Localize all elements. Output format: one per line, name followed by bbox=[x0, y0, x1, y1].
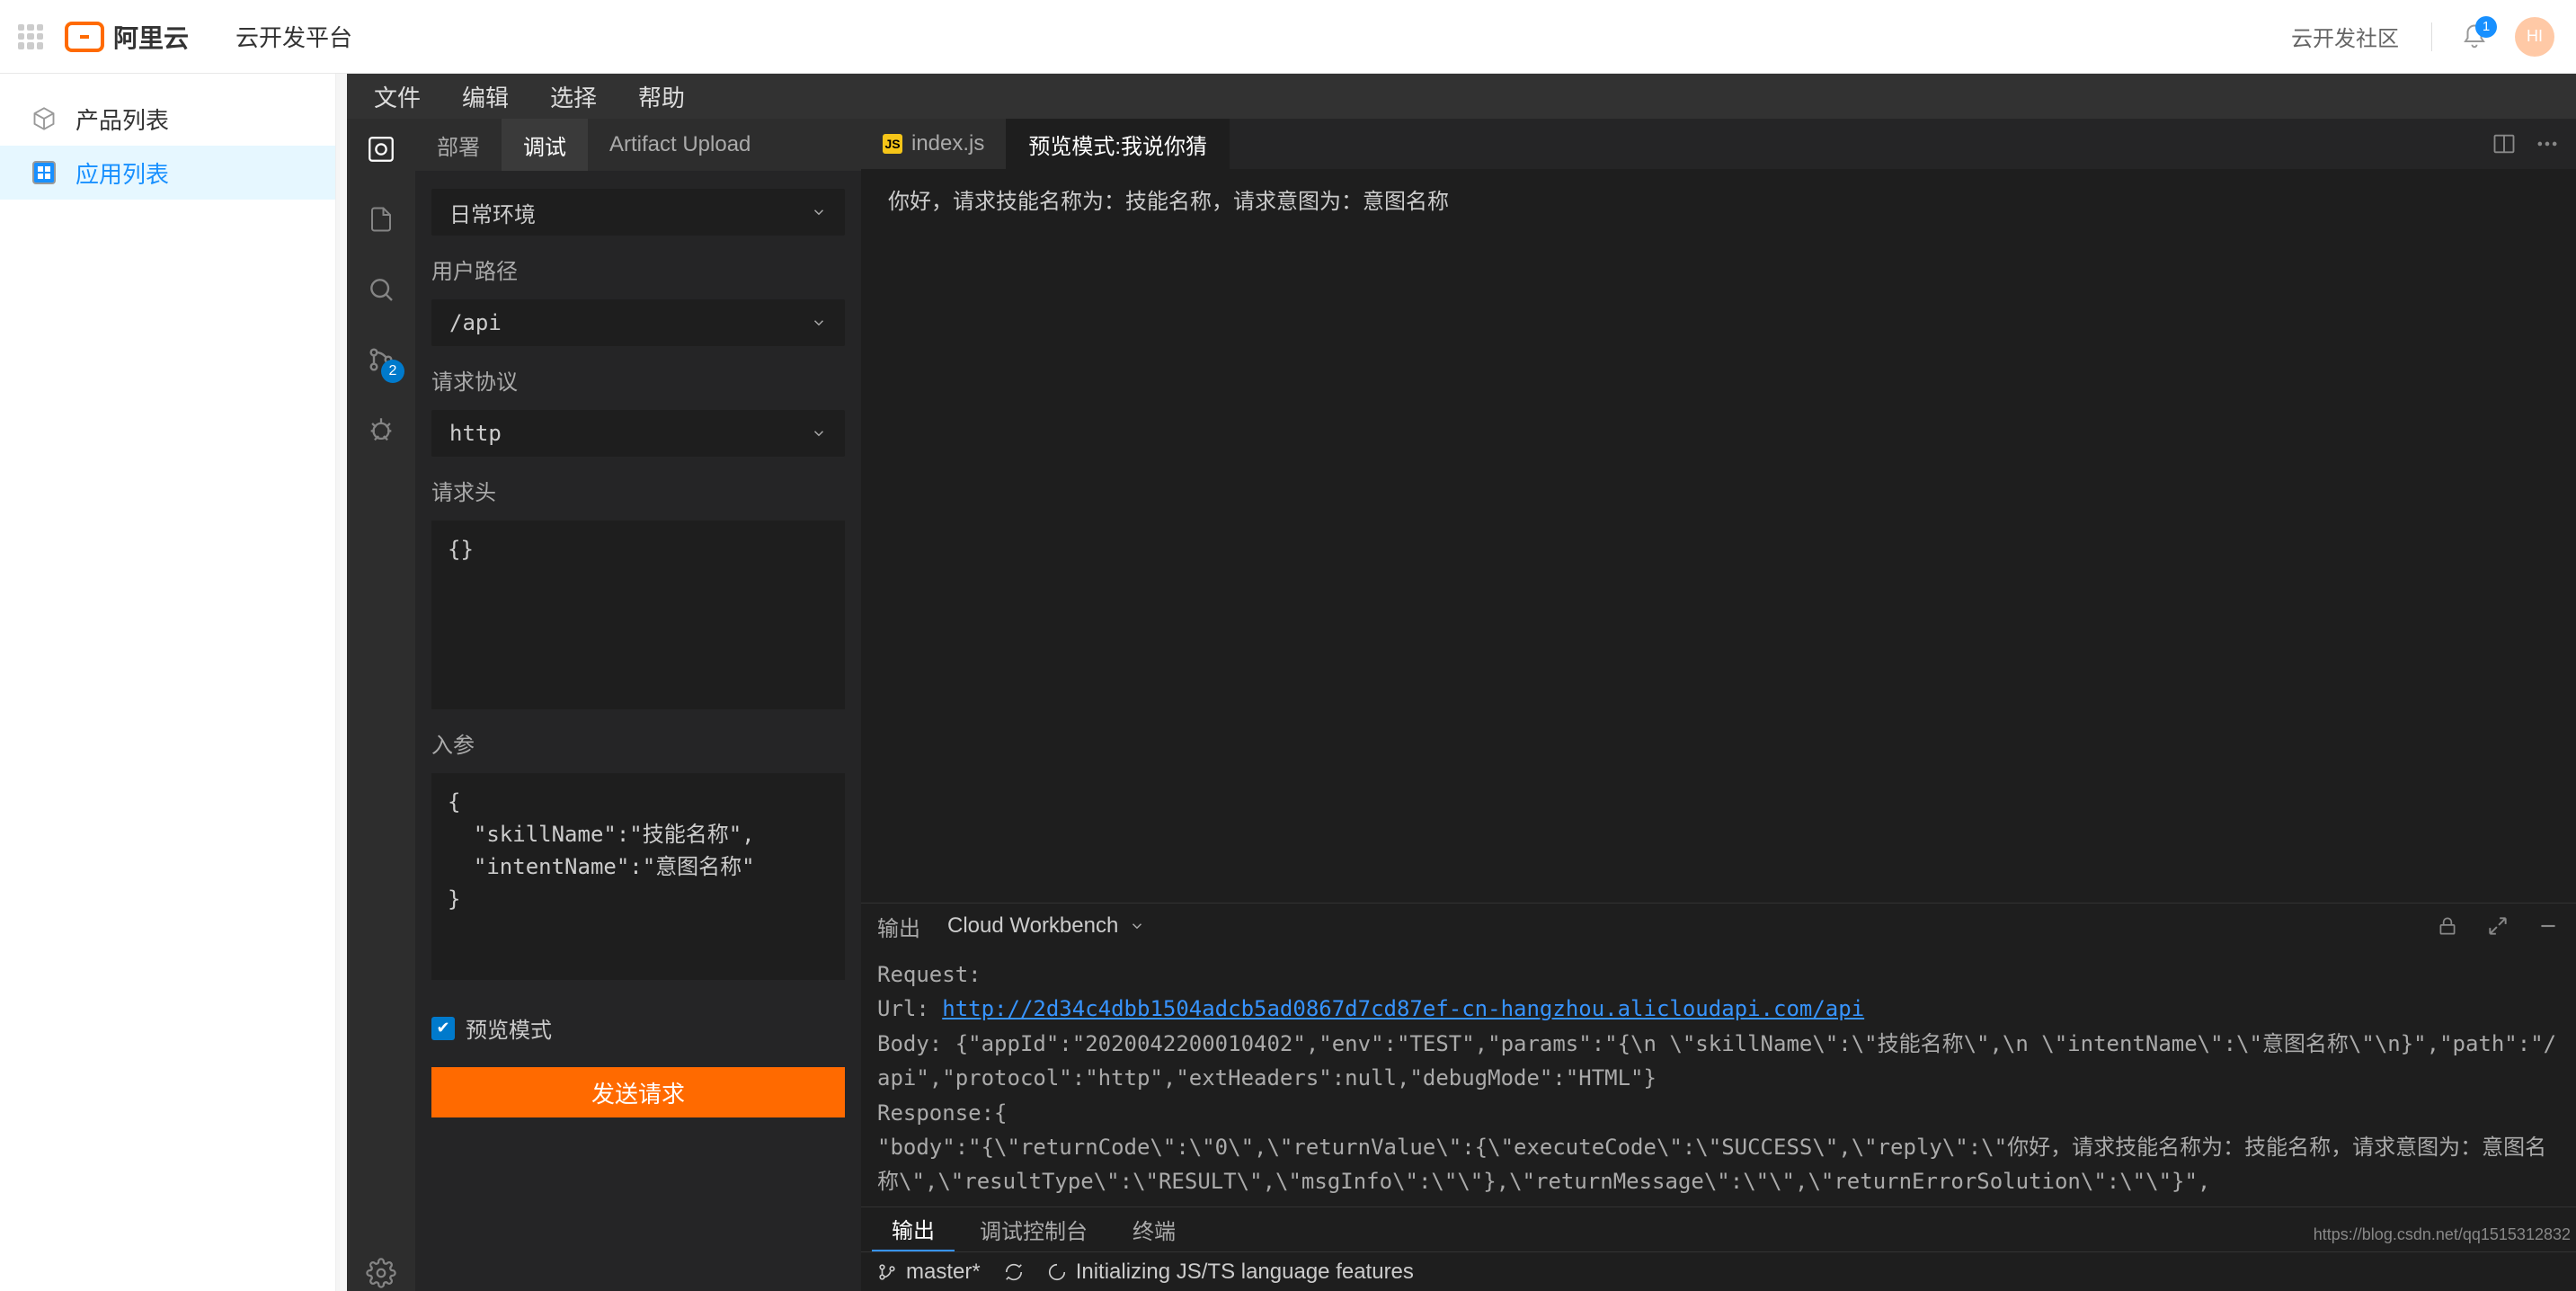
editor-tab-indexjs[interactable]: JS index.js bbox=[861, 119, 1007, 169]
out-line: Response:{ bbox=[877, 1100, 1008, 1126]
editor-column: JS index.js 预览模式:我说你猜 你好，请求技能名称为：技能名称，请求… bbox=[861, 119, 2576, 1291]
bell-badge: 1 bbox=[2475, 16, 2497, 38]
minimize-icon[interactable] bbox=[2536, 914, 2560, 938]
editor-tab-preview[interactable]: 预览模式:我说你猜 bbox=[1007, 119, 1230, 169]
js-file-icon: JS bbox=[883, 134, 902, 154]
ts-init-label: Initializing JS/TS language features bbox=[1076, 1260, 1414, 1285]
header-divider bbox=[2431, 22, 2432, 51]
chevron-down-icon bbox=[811, 204, 827, 220]
watermark: https://blog.csdn.net/qq1515312832 bbox=[2314, 1225, 2571, 1244]
preview-checkbox-label: 预览模式 bbox=[466, 1012, 552, 1044]
params-label: 入参 bbox=[431, 727, 845, 759]
path-select[interactable]: /api bbox=[431, 299, 845, 346]
logo-text: 阿里云 bbox=[113, 19, 189, 55]
left-splitter[interactable] bbox=[336, 74, 347, 1291]
split-editor-icon[interactable] bbox=[2492, 131, 2517, 156]
output-source-select[interactable]: Cloud Workbench bbox=[947, 913, 1145, 939]
path-value: /api bbox=[449, 310, 502, 335]
out-url[interactable]: http://2d34c4dbb1504adcb5ad0867d7cd87ef-… bbox=[942, 996, 1864, 1021]
editor-body[interactable]: 你好，请求技能名称为：技能名称，请求意图为：意图名称 bbox=[861, 169, 2576, 903]
out-line: Body: {"appId":"2020042200010402","env":… bbox=[877, 1031, 2556, 1091]
output-source-value: Cloud Workbench bbox=[947, 913, 1118, 939]
output-header: 输出 Cloud Workbench bbox=[861, 904, 2576, 948]
top-header: 阿里云 云开发平台 云开发社区 1 HI bbox=[0, 0, 2576, 74]
loading-icon bbox=[1047, 1262, 1067, 1282]
branch-label: master* bbox=[906, 1260, 981, 1285]
tab-deploy[interactable]: 部署 bbox=[415, 119, 502, 171]
out-line: Url: bbox=[877, 996, 942, 1021]
preview-checkbox-row[interactable]: ✔ 预览模式 bbox=[431, 1012, 845, 1044]
sync-icon bbox=[1004, 1262, 1024, 1282]
editor-tab-label: index.js bbox=[911, 131, 984, 156]
output-body[interactable]: Request: Url: http://2d34c4dbb1504adcb5a… bbox=[861, 948, 2576, 1206]
params-textarea[interactable] bbox=[431, 773, 845, 980]
activity-file[interactable] bbox=[363, 201, 399, 237]
chevron-down-icon bbox=[811, 315, 827, 331]
activity-scm[interactable]: 2 bbox=[363, 342, 399, 378]
nav-item-products[interactable]: 产品列表 bbox=[0, 92, 335, 146]
chevron-down-icon bbox=[811, 425, 827, 441]
menu-select[interactable]: 选择 bbox=[550, 80, 597, 113]
editor-tab-label: 预览模式:我说你猜 bbox=[1028, 129, 1207, 160]
activity-bar: 2 bbox=[347, 119, 415, 1291]
nav-label: 应用列表 bbox=[76, 156, 169, 190]
grid-icon bbox=[31, 159, 58, 186]
lock-icon[interactable] bbox=[2436, 914, 2459, 938]
menu-bar: 文件 编辑 选择 帮助 bbox=[347, 74, 2576, 119]
platform-title: 云开发平台 bbox=[235, 20, 352, 53]
tab-debug[interactable]: 调试 bbox=[502, 119, 588, 171]
menu-edit[interactable]: 编辑 bbox=[462, 80, 509, 113]
debug-panel: 部署 调试 Artifact Upload 日常环境 用户路径 /api 请求协… bbox=[415, 119, 861, 1291]
path-label: 用户路径 bbox=[431, 254, 845, 285]
debug-panel-tabs: 部署 调试 Artifact Upload bbox=[415, 119, 861, 171]
editor-content-line: 你好，请求技能名称为：技能名称，请求意图为：意图名称 bbox=[888, 183, 2549, 215]
checkbox-icon: ✔ bbox=[431, 1017, 455, 1040]
menu-file[interactable]: 文件 bbox=[374, 80, 421, 113]
nav-item-apps[interactable]: 应用列表 bbox=[0, 146, 335, 200]
branch-icon bbox=[877, 1262, 897, 1282]
status-sync[interactable] bbox=[1004, 1262, 1024, 1282]
notifications-button[interactable]: 1 bbox=[2461, 23, 2488, 50]
apps-grid-icon[interactable] bbox=[18, 24, 43, 49]
activity-explorer[interactable] bbox=[363, 131, 399, 167]
protocol-select[interactable]: http bbox=[431, 410, 845, 457]
logo[interactable]: 阿里云 bbox=[65, 15, 189, 58]
protocol-value: http bbox=[449, 421, 502, 446]
editor-tabs: JS index.js 预览模式:我说你猜 bbox=[861, 119, 2576, 169]
status-ts-init[interactable]: Initializing JS/TS language features bbox=[1047, 1260, 1414, 1285]
menu-help[interactable]: 帮助 bbox=[638, 80, 685, 113]
headers-label: 请求头 bbox=[431, 475, 845, 506]
user-avatar[interactable]: HI bbox=[2515, 17, 2554, 57]
left-nav: 产品列表 应用列表 bbox=[0, 74, 336, 1291]
headers-textarea[interactable] bbox=[431, 521, 845, 709]
maximize-icon[interactable] bbox=[2486, 914, 2509, 938]
community-link[interactable]: 云开发社区 bbox=[2291, 21, 2399, 52]
nav-label: 产品列表 bbox=[76, 102, 169, 136]
bottom-tab-output[interactable]: 输出 bbox=[872, 1207, 955, 1251]
protocol-label: 请求协议 bbox=[431, 364, 845, 396]
chevron-down-icon bbox=[1129, 918, 1145, 934]
activity-search[interactable] bbox=[363, 272, 399, 307]
more-icon[interactable] bbox=[2535, 131, 2560, 156]
activity-debug[interactable] bbox=[363, 412, 399, 448]
output-panel: 输出 Cloud Workbench Request: Url: http://… bbox=[861, 903, 2576, 1251]
out-line: "body":"{\"returnCode\":\"0\",\"returnVa… bbox=[877, 1135, 2546, 1194]
bottom-tab-debug-console[interactable]: 调试控制台 bbox=[960, 1207, 1107, 1251]
scm-badge: 2 bbox=[381, 360, 404, 383]
status-branch[interactable]: master* bbox=[877, 1260, 981, 1285]
status-bar: master* Initializing JS/TS language feat… bbox=[861, 1251, 2576, 1291]
logo-icon bbox=[65, 22, 104, 52]
tab-artifact[interactable]: Artifact Upload bbox=[588, 119, 772, 171]
cube-icon bbox=[31, 105, 58, 132]
env-select[interactable]: 日常环境 bbox=[431, 189, 845, 236]
activity-settings[interactable] bbox=[363, 1255, 399, 1291]
output-header-tab[interactable]: 输出 bbox=[877, 911, 920, 942]
env-value: 日常环境 bbox=[449, 197, 536, 228]
ide-area: 文件 编辑 选择 帮助 2 部署 bbox=[347, 74, 2576, 1291]
bottom-tab-terminal[interactable]: 终端 bbox=[1113, 1207, 1195, 1251]
out-line: Request: bbox=[877, 962, 982, 987]
send-request-button[interactable]: 发送请求 bbox=[431, 1067, 845, 1117]
